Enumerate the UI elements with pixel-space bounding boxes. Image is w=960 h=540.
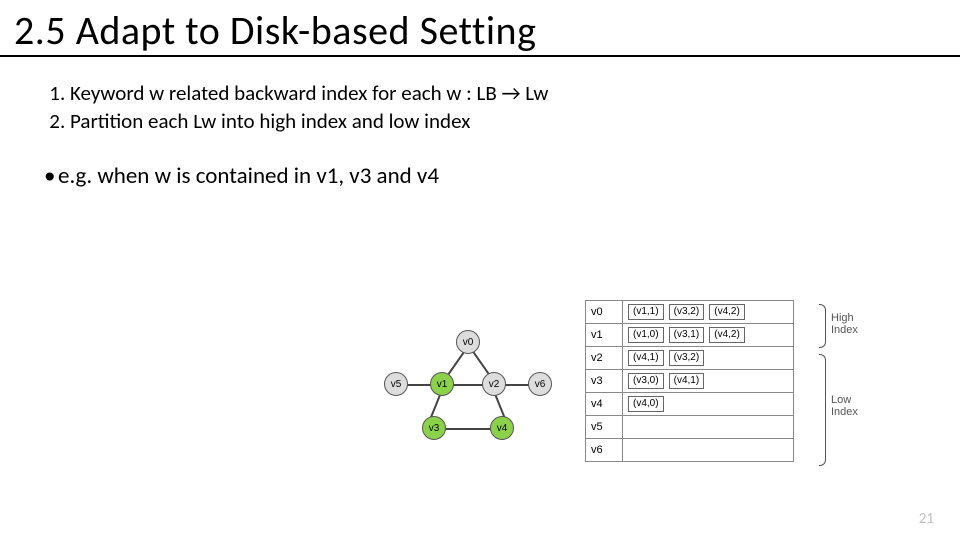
step-1: Keyword w related backward index for eac… bbox=[70, 79, 916, 107]
index-row-v4: v4 (v4,0) bbox=[586, 393, 794, 416]
index-pair: (v3,0) bbox=[628, 373, 664, 389]
step-2: Partition each Lw into high index and lo… bbox=[70, 107, 916, 135]
index-entries: (v4,0) bbox=[623, 393, 794, 416]
graph-node-v6: v6 bbox=[528, 372, 552, 396]
page-number: 21 bbox=[919, 510, 934, 528]
graph-node-v3: v3 bbox=[422, 416, 446, 440]
numbered-steps: Keyword w related backward index for eac… bbox=[44, 79, 916, 136]
index-row-v1: v1 (v1,0) (v3,1) (v4,2) bbox=[586, 324, 794, 347]
index-pair: (v1,1) bbox=[628, 304, 664, 320]
index-row-v5: v5 bbox=[586, 416, 794, 439]
index-key: v6 bbox=[586, 439, 623, 462]
graph-node-v1: v1 bbox=[430, 372, 454, 396]
graph-figure: v0 v1 v2 v3 v4 v5 v6 bbox=[380, 324, 560, 464]
index-entries: (v3,0) (v4,1) bbox=[623, 370, 794, 393]
index-pair: (v4,2) bbox=[709, 327, 745, 343]
index-key: v2 bbox=[586, 347, 623, 370]
index-pair: (v4,0) bbox=[628, 396, 664, 412]
index-table-wrapper: v0 (v1,1) (v3,2) (v4,2) v1 (v1,0) (v3,1)… bbox=[585, 300, 935, 462]
index-pair: (v3,1) bbox=[669, 327, 705, 343]
index-entries bbox=[623, 439, 794, 462]
graph-node-v0: v0 bbox=[456, 330, 480, 354]
index-pair: (v1,0) bbox=[628, 327, 664, 343]
example-text: e.g. when w is contained in v1, v3 and v… bbox=[58, 162, 439, 190]
index-pair: (v4,2) bbox=[709, 304, 745, 320]
index-row-v0: v0 (v1,1) (v3,2) (v4,2) bbox=[586, 301, 794, 324]
graph-node-v2: v2 bbox=[482, 372, 506, 396]
index-entries: (v1,0) (v3,1) (v4,2) bbox=[623, 324, 794, 347]
low-index-text: Low Index bbox=[831, 394, 858, 418]
index-pair: (v3,2) bbox=[669, 350, 705, 366]
index-key: v0 bbox=[586, 301, 623, 324]
index-pair: (v4,1) bbox=[669, 373, 705, 389]
index-row-v6: v6 bbox=[586, 439, 794, 462]
index-pair: (v3,2) bbox=[669, 304, 705, 320]
graph-node-v5: v5 bbox=[384, 372, 408, 396]
index-pair: (v4,1) bbox=[628, 350, 664, 366]
index-entries: (v4,1) (v3,2) bbox=[623, 347, 794, 370]
high-index-text: High Index bbox=[831, 312, 858, 336]
index-entries: (v1,1) (v3,2) (v4,2) bbox=[623, 301, 794, 324]
index-key: v4 bbox=[586, 393, 623, 416]
index-row-v3: v3 (v3,0) (v4,1) bbox=[586, 370, 794, 393]
example-line: •e.g. when w is contained in v1, v3 and … bbox=[44, 162, 916, 190]
index-key: v1 bbox=[586, 324, 623, 347]
graph-node-v4: v4 bbox=[490, 416, 514, 440]
index-row-v2: v2 (v4,1) (v3,2) bbox=[586, 347, 794, 370]
index-key: v5 bbox=[586, 416, 623, 439]
index-key: v3 bbox=[586, 370, 623, 393]
slide-title: 2.5 Adapt to Disk-based Setting bbox=[0, 0, 960, 55]
index-entries bbox=[623, 416, 794, 439]
index-table: v0 (v1,1) (v3,2) (v4,2) v1 (v1,0) (v3,1)… bbox=[585, 300, 794, 462]
